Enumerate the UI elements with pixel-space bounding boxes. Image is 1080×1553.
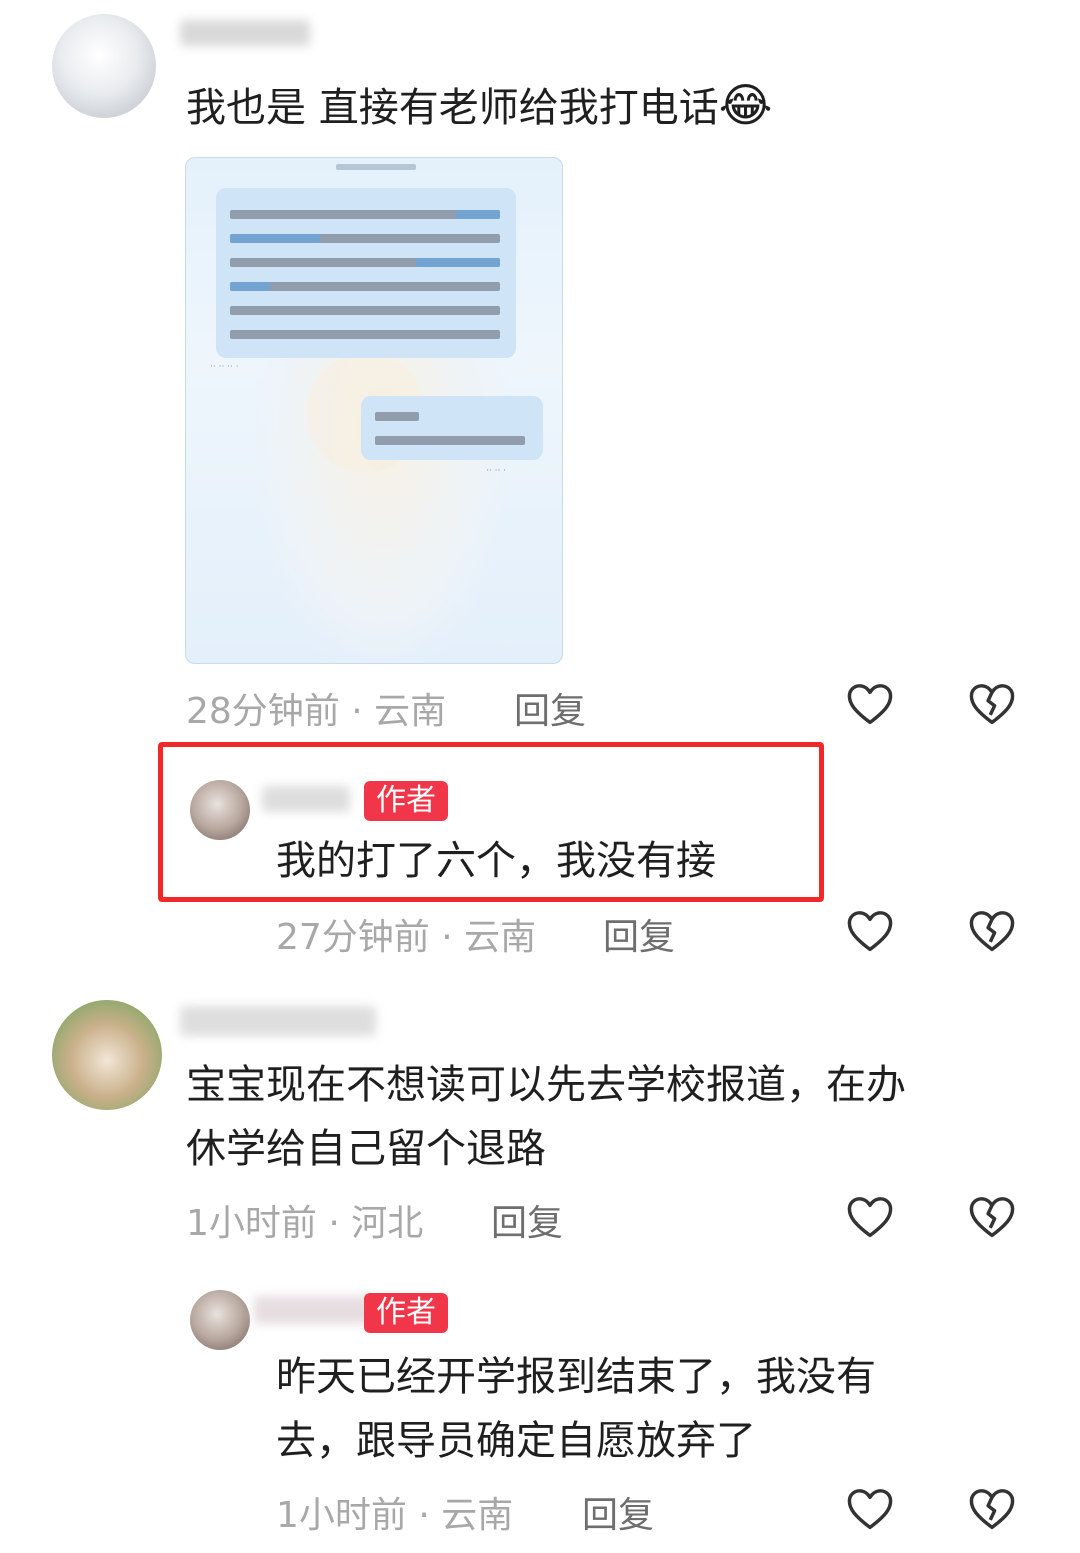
username-blurred[interactable] bbox=[254, 1296, 372, 1324]
reply-button[interactable]: 回复 bbox=[603, 908, 675, 960]
reply-location: 云南 bbox=[464, 917, 537, 958]
msg-line bbox=[230, 234, 320, 243]
meta-separator: · bbox=[339, 691, 375, 732]
reply-button[interactable]: 回复 bbox=[491, 1194, 563, 1246]
meta-separator: · bbox=[406, 1495, 442, 1536]
reply-text-line-2: 去，跟导员确定自愿放弃了 bbox=[276, 1418, 756, 1464]
comment-location: 云南 bbox=[374, 691, 447, 732]
reply-meta: 1小时前 · 云南 bbox=[276, 1486, 513, 1538]
comment-image[interactable]: ·· ·· ·· · ·· ·· · bbox=[185, 157, 563, 664]
broken-heart-icon[interactable] bbox=[966, 1191, 1018, 1243]
msg-line bbox=[230, 282, 270, 291]
meta-separator: · bbox=[316, 1203, 352, 1244]
avatar[interactable] bbox=[190, 780, 250, 840]
comment-text-body: 我也是 直接有老师给我打电话 bbox=[186, 85, 719, 131]
comment-location: 河北 bbox=[351, 1203, 424, 1244]
msg-line bbox=[456, 210, 500, 219]
username-blurred[interactable] bbox=[180, 1006, 376, 1036]
comment-time: 1小时前 bbox=[186, 1203, 317, 1244]
msg-line bbox=[230, 330, 500, 339]
broken-heart-icon[interactable] bbox=[966, 678, 1018, 730]
reply-time: 27分钟前 bbox=[276, 917, 430, 958]
username-blurred[interactable] bbox=[180, 20, 310, 46]
author-badge: 作者 bbox=[364, 781, 448, 821]
avatar[interactable] bbox=[190, 1290, 250, 1350]
heart-outline-icon[interactable] bbox=[844, 1483, 896, 1535]
heart-outline-icon[interactable] bbox=[844, 905, 896, 957]
meta-separator: · bbox=[429, 917, 465, 958]
heart-outline-icon[interactable] bbox=[844, 678, 896, 730]
laughing-tears-emoji: 😂 bbox=[718, 78, 773, 132]
msg-line bbox=[230, 282, 500, 291]
comment-meta: 28分钟前 · 云南 bbox=[186, 682, 446, 734]
author-badge: 作者 bbox=[364, 1293, 448, 1333]
comment-meta: 1小时前 · 河北 bbox=[186, 1194, 423, 1246]
msg-line bbox=[375, 412, 419, 421]
username-blurred[interactable] bbox=[262, 786, 350, 812]
reply-text: 我的打了六个，我没有接 bbox=[276, 838, 716, 884]
image-top-title bbox=[336, 164, 416, 170]
reply-meta: 27分钟前 · 云南 bbox=[276, 908, 536, 960]
msg-line bbox=[230, 306, 500, 315]
message-bubble-1 bbox=[216, 188, 516, 358]
broken-heart-icon[interactable] bbox=[966, 905, 1018, 957]
reply-time: 1小时前 bbox=[276, 1495, 407, 1536]
comment-text-line-2: 休学给自己留个退路 bbox=[186, 1126, 546, 1172]
image-timestamp-1: ·· ·· ·· · bbox=[210, 362, 239, 372]
avatar[interactable] bbox=[52, 14, 156, 118]
heart-outline-icon[interactable] bbox=[844, 1191, 896, 1243]
msg-line bbox=[416, 258, 500, 267]
reply-button[interactable]: 回复 bbox=[582, 1486, 654, 1538]
broken-heart-icon[interactable] bbox=[966, 1483, 1018, 1535]
avatar[interactable] bbox=[52, 1000, 162, 1110]
comment-time: 28分钟前 bbox=[186, 691, 340, 732]
image-timestamp-2: ·· ·· · bbox=[486, 466, 507, 476]
reply-button[interactable]: 回复 bbox=[514, 682, 586, 734]
reply-text-line-1: 昨天已经开学报到结束了，我没有 bbox=[276, 1354, 876, 1400]
message-bubble-2 bbox=[361, 396, 543, 460]
comment-text-line-1: 宝宝现在不想读可以先去学校报道，在办 bbox=[186, 1062, 906, 1108]
reply-location: 云南 bbox=[441, 1495, 514, 1536]
msg-line bbox=[375, 436, 525, 445]
comment-text: 我也是 直接有老师给我打电话😂 bbox=[186, 74, 772, 139]
